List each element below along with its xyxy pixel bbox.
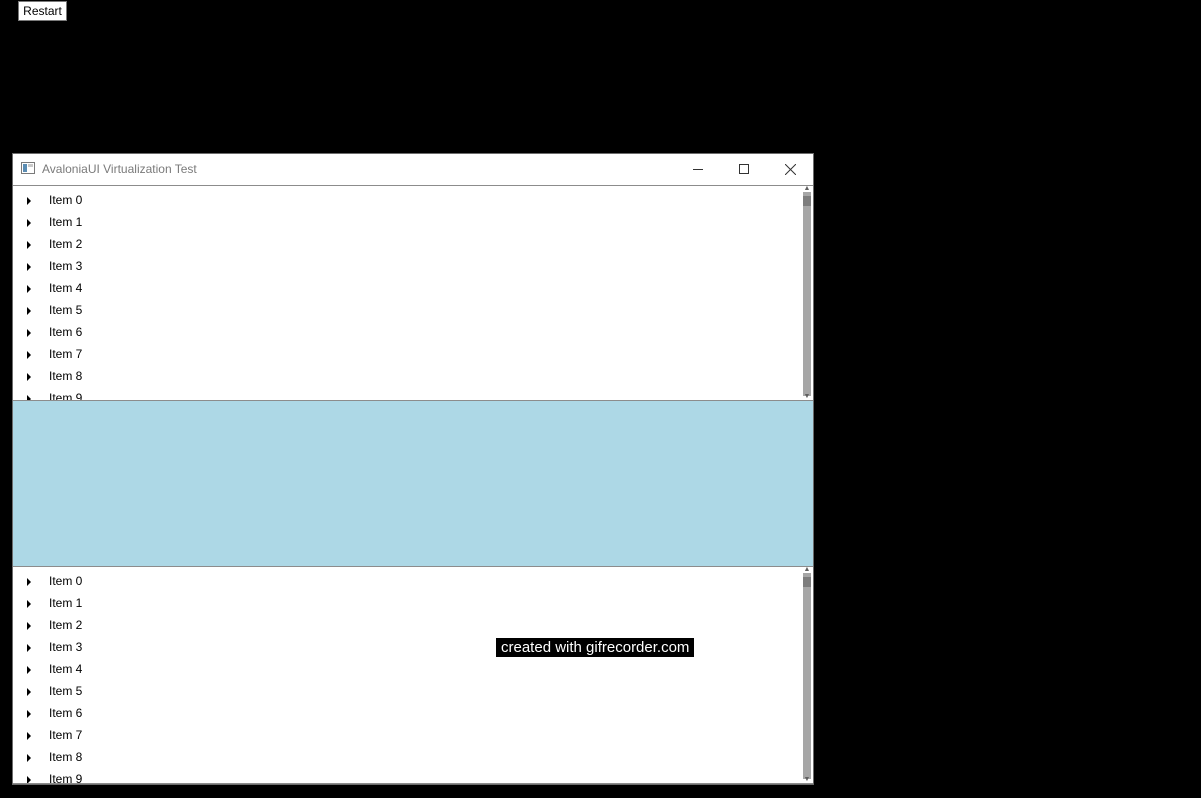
expand-arrow-icon[interactable] — [27, 578, 31, 586]
bottom-tree-view[interactable]: Item 0 Item 1 Item 2 Item 3 Item 4 Item 5 Item… — [13, 566, 813, 784]
scroll-thumb[interactable] — [803, 196, 811, 206]
expand-arrow-icon[interactable] — [27, 600, 31, 608]
minimize-icon — [693, 169, 703, 170]
tree-item[interactable]: Item 6 — [13, 320, 801, 342]
top-scrollbar[interactable]: ▲ ▼ — [801, 186, 813, 400]
tree-item-label: Item 7 — [49, 347, 83, 361]
scroll-thumb[interactable] — [803, 577, 811, 587]
tree-item-label: Item 2 — [49, 237, 83, 251]
tree-item-label: Item 0 — [49, 193, 83, 207]
close-icon — [784, 163, 796, 175]
watermark: created with gifrecorder.com — [496, 638, 695, 657]
expand-arrow-icon[interactable] — [27, 666, 31, 674]
tree-item[interactable]: Item 0 — [13, 569, 801, 591]
tree-item-label: Item 7 — [49, 728, 83, 742]
scroll-down-icon[interactable]: ▼ — [801, 393, 813, 400]
maximize-button[interactable] — [721, 154, 767, 184]
tree-item-label: Item 3 — [49, 640, 83, 654]
tree-item[interactable]: Item 7 — [13, 723, 801, 745]
tree-item-label: Item 1 — [49, 215, 83, 229]
expand-arrow-icon[interactable] — [27, 395, 31, 400]
top-tree-view[interactable]: Item 0 Item 1 Item 2 Item 3 Item 4 Item 5 Item… — [13, 185, 813, 401]
middle-panel — [13, 401, 813, 566]
close-button[interactable] — [767, 154, 813, 184]
minimize-button[interactable] — [675, 154, 721, 184]
tree-item-label: Item 8 — [49, 369, 83, 383]
tree-item[interactable]: Item 5 — [13, 298, 801, 320]
bottom-tree-list: Item 0 Item 1 Item 2 Item 3 Item 4 Item 5 Item… — [13, 567, 801, 783]
maximize-icon — [739, 164, 749, 174]
expand-arrow-icon[interactable] — [27, 776, 31, 783]
tree-item-label: Item 2 — [49, 618, 83, 632]
tree-item-label: Item 8 — [49, 750, 83, 764]
tree-item[interactable]: Item 2 — [13, 613, 801, 635]
tree-item-label: Item 9 — [49, 391, 83, 400]
top-tree-list: Item 0 Item 1 Item 2 Item 3 Item 4 Item 5 Item… — [13, 186, 801, 400]
expand-arrow-icon[interactable] — [27, 754, 31, 762]
window-title: AvaloniaUI Virtualization Test — [42, 162, 197, 176]
expand-arrow-icon[interactable] — [27, 263, 31, 271]
expand-arrow-icon[interactable] — [27, 688, 31, 696]
bottom-scrollbar[interactable]: ▲ ▼ — [801, 567, 813, 783]
scroll-track[interactable] — [803, 192, 811, 396]
tree-item-label: Item 5 — [49, 303, 83, 317]
tree-item[interactable]: Item 1 — [13, 591, 801, 613]
tree-item-label: Item 1 — [49, 596, 83, 610]
expand-arrow-icon[interactable] — [27, 285, 31, 293]
tree-item[interactable]: Item 4 — [13, 657, 801, 679]
expand-arrow-icon[interactable] — [27, 329, 31, 337]
tree-item[interactable]: Item 1 — [13, 210, 801, 232]
expand-arrow-icon[interactable] — [27, 241, 31, 249]
tree-item[interactable]: Item 5 — [13, 679, 801, 701]
title-bar[interactable]: AvaloniaUI Virtualization Test — [13, 154, 813, 184]
tree-item-label: Item 6 — [49, 706, 83, 720]
tree-item[interactable]: Item 8 — [13, 745, 801, 767]
scroll-down-icon[interactable]: ▼ — [801, 776, 813, 783]
expand-arrow-icon[interactable] — [27, 373, 31, 381]
expand-arrow-icon[interactable] — [27, 732, 31, 740]
scroll-track[interactable] — [803, 573, 811, 779]
expand-arrow-icon[interactable] — [27, 351, 31, 359]
expand-arrow-icon[interactable] — [27, 197, 31, 205]
app-window: AvaloniaUI Virtualization Test Item 0 Ite… — [12, 153, 814, 785]
expand-arrow-icon[interactable] — [27, 219, 31, 227]
tree-item-label: Item 4 — [49, 662, 83, 676]
tree-item[interactable]: Item 6 — [13, 701, 801, 723]
expand-arrow-icon[interactable] — [27, 644, 31, 652]
tree-item[interactable]: Item 9 — [13, 767, 801, 783]
expand-arrow-icon[interactable] — [27, 710, 31, 718]
expand-arrow-icon[interactable] — [27, 622, 31, 630]
restart-button[interactable]: Restart — [18, 1, 67, 21]
tree-item[interactable]: Item 7 — [13, 342, 801, 364]
expand-arrow-icon[interactable] — [27, 307, 31, 315]
tree-item[interactable]: Item 9 — [13, 386, 801, 400]
tree-item[interactable]: Item 3 — [13, 254, 801, 276]
tree-item-label: Item 6 — [49, 325, 83, 339]
tree-item-label: Item 3 — [49, 259, 83, 273]
tree-item-label: Item 0 — [49, 574, 83, 588]
tree-item[interactable]: Item 4 — [13, 276, 801, 298]
tree-item-label: Item 4 — [49, 281, 83, 295]
tree-item-label: Item 5 — [49, 684, 83, 698]
tree-item[interactable]: Item 0 — [13, 188, 801, 210]
tree-item[interactable]: Item 8 — [13, 364, 801, 386]
tree-item-label: Item 9 — [49, 772, 83, 783]
app-icon — [21, 162, 35, 174]
tree-item[interactable]: Item 2 — [13, 232, 801, 254]
